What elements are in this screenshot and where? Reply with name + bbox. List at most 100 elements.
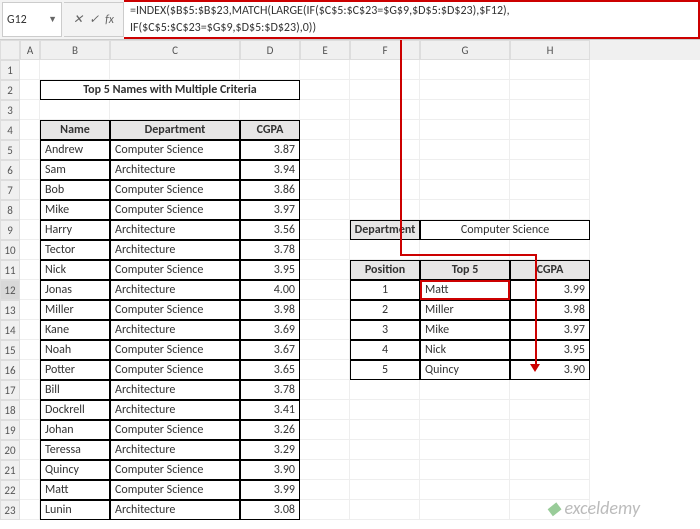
cell-H7[interactable] <box>510 180 590 200</box>
cell-D18[interactable]: 3.41 <box>240 400 300 420</box>
select-all-corner[interactable] <box>0 40 20 60</box>
cell-A22[interactable] <box>20 480 40 500</box>
table-row[interactable]: Teressa <box>40 440 110 460</box>
enter-icon[interactable]: ✓ <box>89 12 99 27</box>
cell-A13[interactable] <box>20 300 40 320</box>
cell-D22[interactable]: 3.99 <box>240 480 300 500</box>
top5-name[interactable]: Miller <box>420 300 510 320</box>
cell-F7[interactable] <box>350 180 420 200</box>
cell-F10[interactable] <box>350 240 420 260</box>
table-row[interactable]: Sam <box>40 160 110 180</box>
row-header-3[interactable]: 3 <box>0 100 20 120</box>
cell-C3[interactable] <box>110 100 240 120</box>
top5-name[interactable]: Mike <box>420 320 510 340</box>
cell-D1[interactable] <box>240 60 300 80</box>
cell-G6[interactable] <box>420 160 510 180</box>
cell-C8[interactable]: Computer Science <box>110 200 240 220</box>
col-header-G[interactable]: G <box>420 40 510 60</box>
cell-F4[interactable] <box>350 120 420 140</box>
table-row[interactable]: Bob <box>40 180 110 200</box>
cell-G10[interactable] <box>420 240 510 260</box>
cell-E20[interactable] <box>300 440 350 460</box>
row-header-5[interactable]: 5 <box>0 140 20 160</box>
cell-G22[interactable] <box>420 480 510 500</box>
cancel-icon[interactable]: ✕ <box>73 12 83 27</box>
cell-C10[interactable]: Architecture <box>110 240 240 260</box>
table-row[interactable]: Harry <box>40 220 110 240</box>
cell-F5[interactable] <box>350 140 420 160</box>
row-header-19[interactable]: 19 <box>0 420 20 440</box>
cell-C20[interactable]: Architecture <box>110 440 240 460</box>
cell-C21[interactable]: Computer Science <box>110 460 240 480</box>
cell-A21[interactable] <box>20 460 40 480</box>
cell-D12[interactable]: 4.00 <box>240 280 300 300</box>
cell-F21[interactable] <box>350 460 420 480</box>
cell-G21[interactable] <box>420 460 510 480</box>
table-row[interactable]: Dockrell <box>40 400 110 420</box>
dropdown-icon[interactable]: ▼ <box>48 14 57 25</box>
col-header-E[interactable]: E <box>300 40 350 60</box>
cell-F1[interactable] <box>350 60 420 80</box>
cell-A10[interactable] <box>20 240 40 260</box>
row-header-13[interactable]: 13 <box>0 300 20 320</box>
cell-D9[interactable]: 3.56 <box>240 220 300 240</box>
cell-A6[interactable] <box>20 160 40 180</box>
cell-D7[interactable]: 3.86 <box>240 180 300 200</box>
table-row[interactable]: Nick <box>40 260 110 280</box>
cell-C14[interactable]: Architecture <box>110 320 240 340</box>
cell-H8[interactable] <box>510 200 590 220</box>
row-header-2[interactable]: 2 <box>0 80 20 100</box>
cell-E11[interactable] <box>300 260 350 280</box>
cell-H17[interactable] <box>510 380 590 400</box>
cell-E3[interactable] <box>300 100 350 120</box>
cell-F22[interactable] <box>350 480 420 500</box>
row-header-6[interactable]: 6 <box>0 160 20 180</box>
cell-D17[interactable]: 3.78 <box>240 380 300 400</box>
cell-A15[interactable] <box>20 340 40 360</box>
criteria-value[interactable]: Computer Science <box>420 220 590 240</box>
name-box[interactable]: G12 ▼ <box>2 2 62 37</box>
cell-G20[interactable] <box>420 440 510 460</box>
main-header-name[interactable]: Name <box>40 120 110 140</box>
col-header-D[interactable]: D <box>240 40 300 60</box>
cell-E5[interactable] <box>300 140 350 160</box>
row-header-14[interactable]: 14 <box>0 320 20 340</box>
top5-position[interactable]: 1 <box>350 280 420 300</box>
cell-F2[interactable] <box>350 80 420 100</box>
cell-A5[interactable] <box>20 140 40 160</box>
top5-cgpa[interactable]: 3.98 <box>510 300 590 320</box>
table-row[interactable]: Lunin <box>40 500 110 520</box>
cell-H6[interactable] <box>510 160 590 180</box>
cell-E1[interactable] <box>300 60 350 80</box>
col-header-C[interactable]: C <box>110 40 240 60</box>
cell-E16[interactable] <box>300 360 350 380</box>
top5-position[interactable]: 5 <box>350 360 420 380</box>
row-header-16[interactable]: 16 <box>0 360 20 380</box>
cell-G18[interactable] <box>420 400 510 420</box>
cell-C13[interactable]: Computer Science <box>110 300 240 320</box>
cell-C17[interactable]: Architecture <box>110 380 240 400</box>
cell-E4[interactable] <box>300 120 350 140</box>
col-header-H[interactable]: H <box>510 40 590 60</box>
top5-header-cgpa[interactable]: CGPA <box>510 260 590 280</box>
cell-H20[interactable] <box>510 440 590 460</box>
top5-header-pos[interactable]: Position <box>350 260 420 280</box>
table-row[interactable]: Noah <box>40 340 110 360</box>
cell-F8[interactable] <box>350 200 420 220</box>
cell-D19[interactable]: 3.26 <box>240 420 300 440</box>
cell-E14[interactable] <box>300 320 350 340</box>
cell-D3[interactable] <box>240 100 300 120</box>
row-header-10[interactable]: 10 <box>0 240 20 260</box>
cell-E13[interactable] <box>300 300 350 320</box>
cell-G4[interactable] <box>420 120 510 140</box>
cell-A2[interactable] <box>20 80 40 100</box>
cell-C1[interactable] <box>110 60 240 80</box>
table-row[interactable]: Miller <box>40 300 110 320</box>
cell-grid[interactable]: Top 5 Names with Multiple CriteriaNameDe… <box>20 60 700 520</box>
cell-B3[interactable] <box>40 100 110 120</box>
cell-E8[interactable] <box>300 200 350 220</box>
top5-name[interactable]: Matt <box>420 280 510 300</box>
cell-D21[interactable]: 3.90 <box>240 460 300 480</box>
cell-F18[interactable] <box>350 400 420 420</box>
cell-A16[interactable] <box>20 360 40 380</box>
